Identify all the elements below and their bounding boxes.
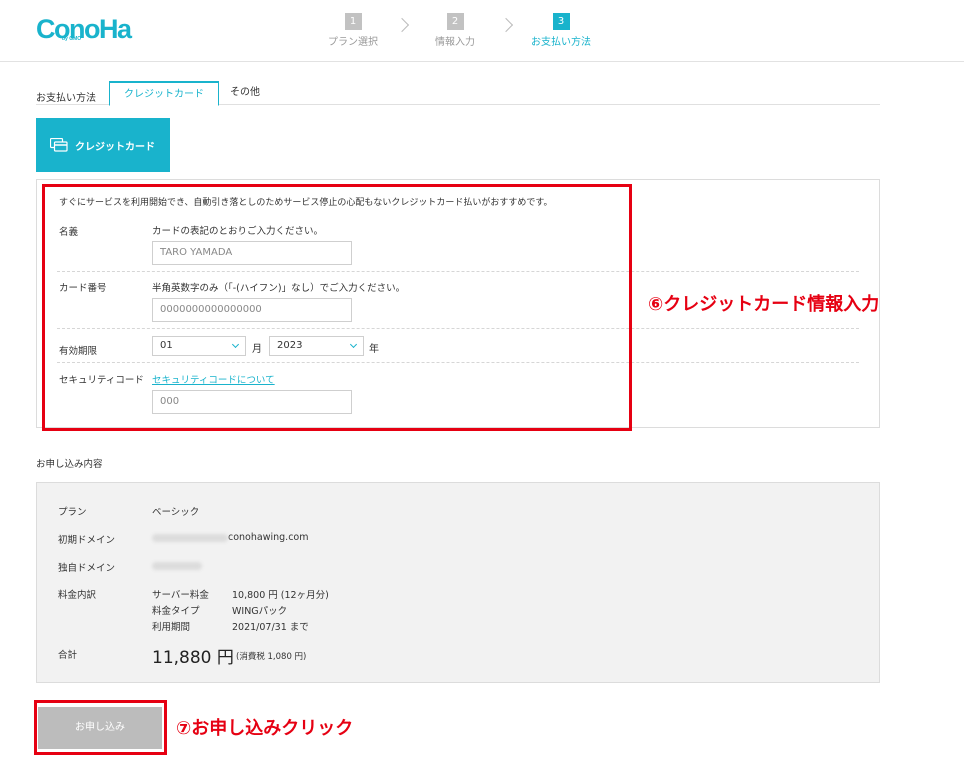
own-domain-label: 独自ドメイン bbox=[58, 563, 116, 574]
payment-method-label: お支払い方法 bbox=[36, 93, 96, 104]
step-arrow-icon bbox=[498, 17, 514, 33]
annotation-box-submit bbox=[34, 700, 167, 755]
initial-domain-suffix: conohawing.com bbox=[228, 532, 309, 543]
blurred-text bbox=[152, 561, 202, 570]
initial-domain-label: 初期ドメイン bbox=[58, 535, 116, 546]
fee-item-name: 利用期間 bbox=[152, 622, 191, 633]
own-domain-value bbox=[152, 560, 202, 571]
initial-domain-value: conohawing.com bbox=[152, 532, 308, 543]
step-3: 3 お支払い方法 bbox=[521, 13, 601, 48]
step-3-number: 3 bbox=[552, 13, 570, 30]
step-2: 2 情報入力 bbox=[415, 13, 495, 48]
annotation-submit-text: ⑦お申し込みクリック bbox=[176, 718, 354, 739]
plan-value: ベーシック bbox=[152, 507, 200, 518]
credit-card-method-button[interactable]: クレジットカード bbox=[36, 118, 170, 172]
step-arrow-icon bbox=[394, 17, 410, 33]
order-summary: プラン ベーシック 初期ドメイン conohawing.com 独自ドメイン 料… bbox=[36, 482, 880, 683]
fee-item-name: 料金タイプ bbox=[152, 606, 200, 617]
tab-other[interactable]: その他 bbox=[216, 81, 274, 105]
fee-item-value: WINGパック bbox=[232, 606, 288, 617]
step-1-label: プラン選択 bbox=[328, 37, 378, 48]
total-amount: 11,880 円 bbox=[152, 648, 234, 668]
logo-sub: by GMO bbox=[62, 36, 82, 42]
fee-label: 料金内訳 bbox=[58, 590, 97, 601]
step-2-label: 情報入力 bbox=[435, 37, 475, 48]
annotation-box-credit bbox=[42, 184, 632, 431]
total-tax: (消費税 1,080 円) bbox=[236, 652, 307, 662]
tab-credit-card[interactable]: クレジットカード bbox=[109, 81, 219, 106]
plan-label: プラン bbox=[58, 507, 87, 518]
fee-item-value: 2021/07/31 まで bbox=[232, 622, 309, 633]
page-header: ConoHa by GMO 1 プラン選択 2 情報入力 3 お支払い方法 bbox=[0, 0, 964, 62]
conoha-logo[interactable]: ConoHa bbox=[36, 14, 132, 44]
payment-tabs: お支払い方法 クレジットカード その他 bbox=[36, 81, 880, 106]
step-2-number: 2 bbox=[446, 13, 464, 30]
order-summary-title: お申し込み内容 bbox=[36, 459, 103, 470]
credit-card-icon bbox=[50, 138, 68, 152]
annotation-credit-text: ⑥クレジットカード情報入力 bbox=[648, 294, 880, 315]
step-3-label: お支払い方法 bbox=[531, 37, 591, 48]
step-1-number: 1 bbox=[344, 13, 362, 30]
step-1: 1 プラン選択 bbox=[313, 13, 393, 48]
credit-card-method-label: クレジットカード bbox=[75, 141, 155, 153]
fee-item-value: 10,800 円 (12ヶ月分) bbox=[232, 590, 329, 601]
blurred-text bbox=[152, 533, 228, 542]
fee-item-name: サーバー料金 bbox=[152, 590, 209, 601]
total-label: 合計 bbox=[58, 650, 78, 661]
